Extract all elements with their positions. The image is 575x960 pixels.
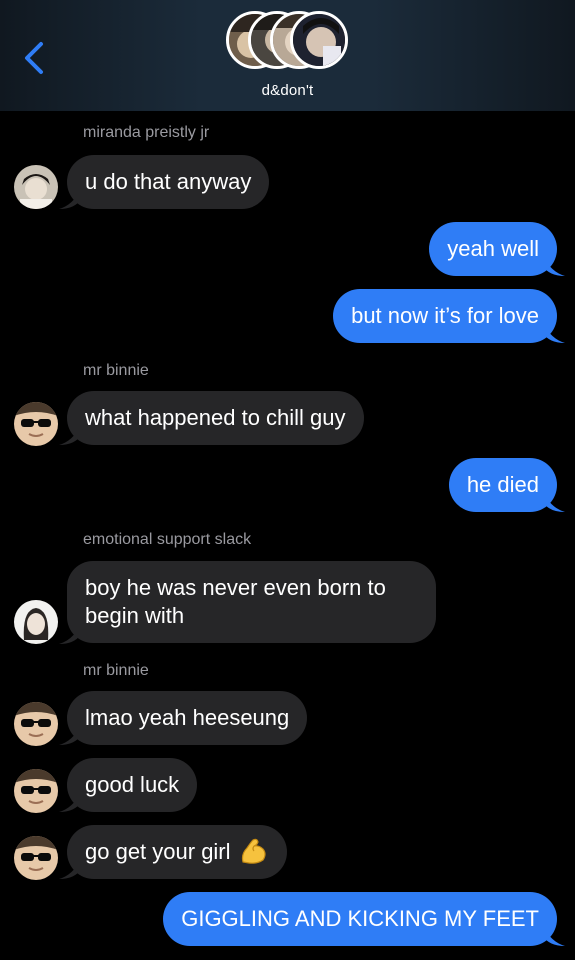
sender-name: emotional support slack [83,531,252,548]
group-avatars[interactable] [226,11,350,75]
message-text: go get your girl [85,839,231,864]
message-bubble-outgoing[interactable]: yeah well [429,222,557,276]
sender-name: miranda preistly jr [83,124,210,141]
message-bubble-incoming[interactable]: u do that anyway [67,155,270,209]
message-line: begin with [85,603,185,628]
message-bubble-outgoing[interactable]: he died [448,458,557,512]
chat-header: d&don't [0,0,575,111]
sunglasses-avatar[interactable] [14,702,58,746]
dark-hair-avatar[interactable] [14,165,58,209]
message-bubble-incoming[interactable]: good luck [67,758,198,812]
group-avatar [290,11,348,69]
message-bubble-incoming[interactable]: what happened to chill guy [67,391,364,445]
sender-name: mr binnie [83,662,149,679]
chevron-left-icon[interactable] [20,40,50,76]
message-bubble-incoming[interactable]: lmao yeah heeseung [67,691,308,745]
message-bubble-incoming[interactable]: go get your girl [67,825,287,879]
sender-name: mr binnie [83,362,149,379]
light-avatar[interactable] [14,600,58,644]
group-title[interactable]: d&don't [0,82,575,99]
message-line: boy he was never even born to [85,575,386,600]
flexed-biceps-icon [241,838,266,864]
sunglasses-avatar[interactable] [14,769,58,813]
sunglasses-avatar[interactable] [14,402,58,446]
message-bubble-outgoing[interactable]: but now it’s for love [333,289,557,343]
message-bubble-incoming[interactable]: boy he was never even born to begin with [67,561,436,643]
message-bubble-outgoing[interactable]: GIGGLING AND KICKING MY FEET [163,892,557,946]
sunglasses-avatar[interactable] [14,836,58,880]
